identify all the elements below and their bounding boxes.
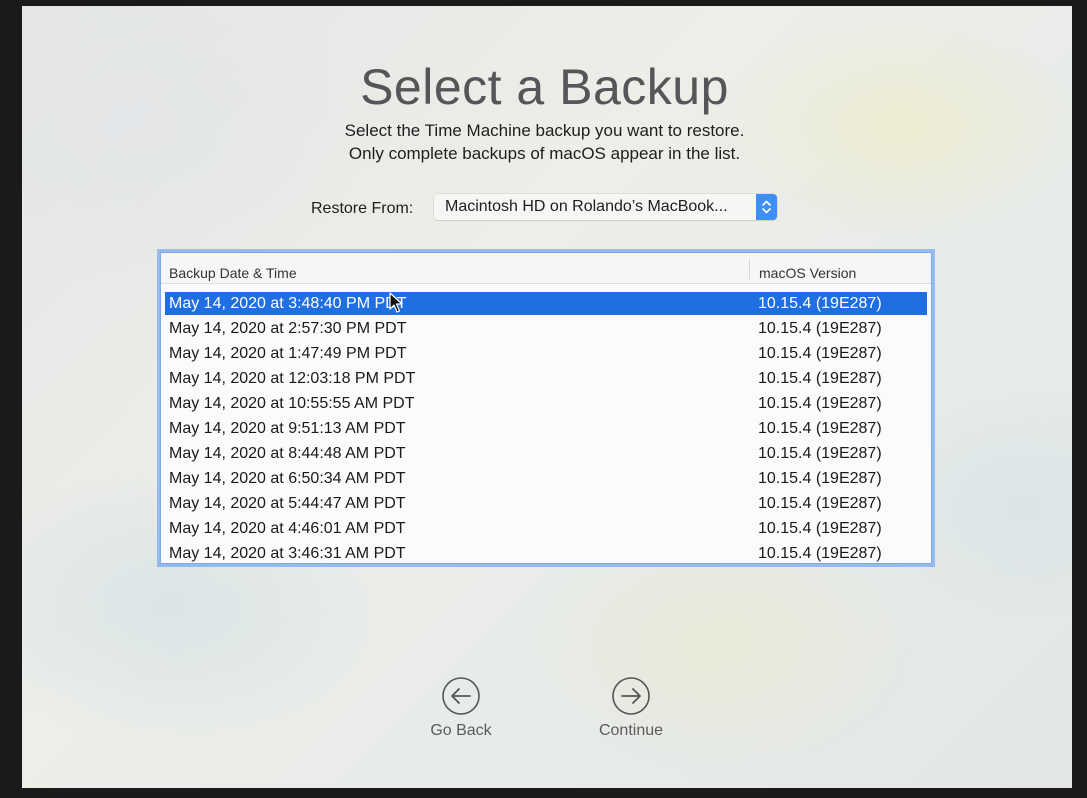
macos-version-cell: 10.15.4 (19E287)	[758, 520, 882, 537]
backup-date-cell: May 14, 2020 at 8:44:48 AM PDT	[169, 445, 406, 462]
mouse-pointer-icon	[389, 292, 403, 313]
table-row[interactable]: May 14, 2020 at 6:50:34 AM PDT 10.15.4 (…	[165, 467, 927, 490]
backup-date-cell: May 14, 2020 at 9:51:13 AM PDT	[169, 420, 406, 437]
column-divider	[749, 259, 750, 279]
table-header: Backup Date & Time macOS Version	[161, 253, 931, 284]
table-row[interactable]: May 14, 2020 at 8:44:48 AM PDT 10.15.4 (…	[165, 442, 927, 465]
page-title: Select a Backup	[360, 59, 729, 115]
macos-version-cell: 10.15.4 (19E287)	[758, 445, 882, 462]
restore-from-value: Macintosh HD on Rolando’s MacBook...	[445, 198, 728, 215]
macos-version-cell: 10.15.4 (19E287)	[758, 495, 882, 512]
macos-version-cell: 10.15.4 (19E287)	[758, 470, 882, 487]
backup-date-cell: May 14, 2020 at 1:47:49 PM PDT	[169, 345, 407, 362]
backup-date-cell: May 14, 2020 at 6:50:34 AM PDT	[169, 470, 406, 487]
backup-date-cell: May 14, 2020 at 3:46:31 AM PDT	[169, 545, 406, 562]
go-back-button[interactable]: Go Back	[411, 676, 511, 756]
column-header-backup-date[interactable]: Backup Date & Time	[169, 265, 297, 281]
macos-version-cell: 10.15.4 (19E287)	[758, 320, 882, 337]
table-row[interactable]: May 14, 2020 at 4:46:01 AM PDT 10.15.4 (…	[165, 517, 927, 540]
backup-date-cell: May 14, 2020 at 3:48:40 PM PDT	[169, 295, 407, 312]
table-row[interactable]: May 14, 2020 at 2:57:30 PM PDT 10.15.4 (…	[165, 317, 927, 340]
backup-date-cell: May 14, 2020 at 5:44:47 AM PDT	[169, 495, 406, 512]
table-row[interactable]: May 14, 2020 at 9:51:13 AM PDT 10.15.4 (…	[165, 417, 927, 440]
table-row[interactable]: May 14, 2020 at 12:03:18 PM PDT 10.15.4 …	[165, 367, 927, 390]
backup-date-cell: May 14, 2020 at 10:55:55 AM PDT	[169, 395, 415, 412]
go-back-label: Go Back	[430, 722, 492, 739]
arrow-left-circle-icon	[442, 677, 480, 715]
table-row-selected[interactable]: May 14, 2020 at 3:48:40 PM PDT 10.15.4 (…	[165, 292, 927, 315]
macos-version-cell: 10.15.4 (19E287)	[758, 345, 882, 362]
subtitle-line-1: Select the Time Machine backup you want …	[344, 121, 745, 140]
table-row[interactable]: May 14, 2020 at 10:55:55 AM PDT 10.15.4 …	[165, 392, 927, 415]
continue-label: Continue	[598, 722, 664, 739]
chevron-up-down-icon[interactable]	[756, 194, 777, 220]
backup-list-table[interactable]: Backup Date & Time macOS Version May 14,…	[160, 252, 932, 564]
macos-version-cell: 10.15.4 (19E287)	[758, 370, 882, 387]
recovery-screen: Select a Backup Select the Time Machine …	[22, 6, 1072, 788]
macos-version-cell: 10.15.4 (19E287)	[758, 420, 882, 437]
backup-date-cell: May 14, 2020 at 4:46:01 AM PDT	[169, 520, 406, 537]
table-row[interactable]: May 14, 2020 at 3:46:31 AM PDT 10.15.4 (…	[165, 542, 927, 563]
table-row[interactable]: May 14, 2020 at 1:47:49 PM PDT 10.15.4 (…	[165, 342, 927, 365]
continue-button[interactable]: Continue	[581, 676, 681, 756]
subtitle-line-2: Only complete backups of macOS appear in…	[348, 144, 741, 163]
restore-from-label: Restore From:	[311, 200, 414, 217]
table-row[interactable]: May 14, 2020 at 5:44:47 AM PDT 10.15.4 (…	[165, 492, 927, 515]
macos-version-cell: 10.15.4 (19E287)	[758, 295, 882, 312]
backup-date-cell: May 14, 2020 at 2:57:30 PM PDT	[169, 320, 407, 337]
macos-version-cell: 10.15.4 (19E287)	[758, 545, 882, 562]
restore-from-popup[interactable]: Macintosh HD on Rolando’s MacBook...	[434, 194, 777, 220]
arrow-right-circle-icon	[612, 677, 650, 715]
backup-date-cell: May 14, 2020 at 12:03:18 PM PDT	[169, 370, 416, 387]
macos-version-cell: 10.15.4 (19E287)	[758, 395, 882, 412]
column-header-macos-version[interactable]: macOS Version	[759, 265, 856, 281]
